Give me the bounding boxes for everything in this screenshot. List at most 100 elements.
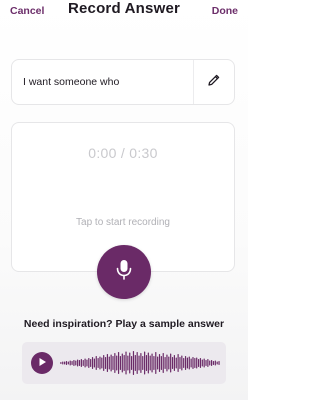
pencil-icon bbox=[207, 73, 221, 92]
prompt-card: I want someone who bbox=[11, 59, 235, 105]
waveform-bar bbox=[147, 352, 149, 374]
inspiration-heading: Need inspiration? Play a sample answer bbox=[23, 318, 225, 330]
waveform-bar bbox=[75, 360, 77, 366]
waveform-bar bbox=[125, 351, 127, 375]
waveform-bar bbox=[158, 354, 161, 372]
waveform-bar bbox=[127, 355, 129, 371]
play-sample-button[interactable] bbox=[31, 352, 53, 374]
waveform-bar bbox=[197, 359, 200, 367]
waveform-bar bbox=[103, 355, 105, 371]
waveform-bar bbox=[64, 361, 66, 365]
waveform-bar bbox=[192, 357, 194, 369]
waveform-bar bbox=[121, 353, 123, 373]
waveform-bar bbox=[101, 357, 103, 369]
waveform-bar bbox=[104, 357, 107, 369]
waveform-bar bbox=[151, 353, 153, 373]
waveform-bar bbox=[99, 356, 101, 370]
waveform-bar bbox=[132, 351, 135, 375]
waveform-bar bbox=[131, 356, 133, 370]
waveform-bar bbox=[211, 360, 213, 366]
waveform-bar bbox=[117, 352, 120, 374]
waveform-bar bbox=[216, 361, 218, 365]
waveform-bar bbox=[90, 359, 92, 367]
waveform-bar bbox=[77, 359, 79, 367]
waveform-bar bbox=[171, 357, 174, 369]
waveform-bar bbox=[62, 361, 64, 365]
waveform-bar bbox=[149, 355, 151, 371]
waveform-bar bbox=[155, 352, 157, 374]
waveform-bar bbox=[188, 356, 190, 370]
waveform-bar bbox=[80, 359, 82, 367]
prompt-text: I want someone who bbox=[23, 76, 120, 88]
waveform-bar bbox=[88, 358, 90, 368]
waveform-bar bbox=[60, 362, 62, 364]
waveform-bar bbox=[114, 353, 116, 373]
waveform-bar bbox=[97, 358, 99, 368]
waveform-bar bbox=[78, 360, 81, 366]
waveform-bar bbox=[71, 361, 73, 365]
waveform-bar bbox=[160, 356, 162, 370]
play-icon bbox=[38, 354, 47, 372]
waveform-bar bbox=[184, 356, 187, 370]
waveform-bar bbox=[134, 355, 136, 371]
waveform-bar bbox=[168, 356, 170, 370]
waveform-bar bbox=[106, 354, 109, 372]
waveform-bar bbox=[209, 360, 211, 366]
sample-answer-player bbox=[22, 342, 226, 384]
waveform-bar bbox=[157, 356, 159, 370]
waveform-bar bbox=[203, 358, 205, 368]
waveform-bar bbox=[177, 354, 179, 372]
sample-waveform[interactable] bbox=[60, 348, 220, 378]
waveform-bar bbox=[218, 361, 220, 365]
recording-hint: Tap to start recording bbox=[76, 217, 170, 228]
record-answer-screen: Cancel Record Answer Done I want someone… bbox=[0, 0, 248, 400]
waveform-bar bbox=[140, 353, 142, 373]
waveform-bar bbox=[183, 358, 185, 368]
waveform-bar bbox=[162, 353, 164, 373]
waveform-bar bbox=[199, 358, 202, 368]
waveform-bar bbox=[91, 357, 94, 369]
waveform-bar bbox=[144, 351, 146, 375]
edit-prompt-button[interactable] bbox=[194, 60, 234, 104]
waveform-bar bbox=[212, 361, 215, 365]
waveform-bar bbox=[196, 357, 198, 369]
waveform-bar bbox=[108, 356, 110, 370]
waveform-bar bbox=[65, 361, 68, 365]
waveform-bar bbox=[84, 358, 86, 368]
navigation-bar: Cancel Record Answer Done bbox=[0, 0, 248, 24]
waveform-bar bbox=[95, 356, 97, 370]
waveform-bar bbox=[136, 352, 138, 374]
waveform-bar bbox=[93, 358, 95, 368]
waveform-bar bbox=[166, 354, 168, 372]
waveform-bar bbox=[201, 359, 203, 367]
waveform-bar bbox=[112, 356, 114, 370]
waveform-bar bbox=[142, 356, 144, 370]
waveform-bar bbox=[67, 361, 69, 365]
waveform-bar bbox=[86, 359, 88, 367]
waveform-bar bbox=[205, 360, 207, 366]
waveform-bar bbox=[110, 354, 112, 372]
waveform-bar bbox=[179, 357, 181, 369]
waveform-bar bbox=[173, 355, 175, 371]
waveform-bar bbox=[181, 355, 183, 371]
waveform-bar bbox=[164, 357, 166, 369]
waveform-bar bbox=[194, 358, 196, 368]
waveform-bar bbox=[190, 358, 192, 368]
waveform-bar bbox=[153, 356, 155, 370]
done-button[interactable]: Done bbox=[212, 5, 238, 17]
waveform-bar bbox=[69, 360, 71, 366]
waveform-bar bbox=[186, 357, 189, 369]
waveform-bar bbox=[145, 355, 148, 371]
waveform-bar bbox=[82, 360, 84, 366]
waveform-bar bbox=[129, 352, 131, 374]
recording-timer: 0:00 / 0:30 bbox=[88, 145, 158, 161]
record-button[interactable] bbox=[97, 245, 151, 299]
waveform-bar bbox=[175, 357, 177, 369]
waveform-bar bbox=[214, 360, 216, 366]
waveform-bar bbox=[73, 360, 75, 366]
microphone-icon bbox=[114, 258, 134, 287]
waveform-bar bbox=[119, 356, 122, 370]
waveform-bar bbox=[207, 359, 209, 367]
waveform-bar bbox=[116, 355, 118, 371]
waveform-bar bbox=[138, 355, 140, 371]
